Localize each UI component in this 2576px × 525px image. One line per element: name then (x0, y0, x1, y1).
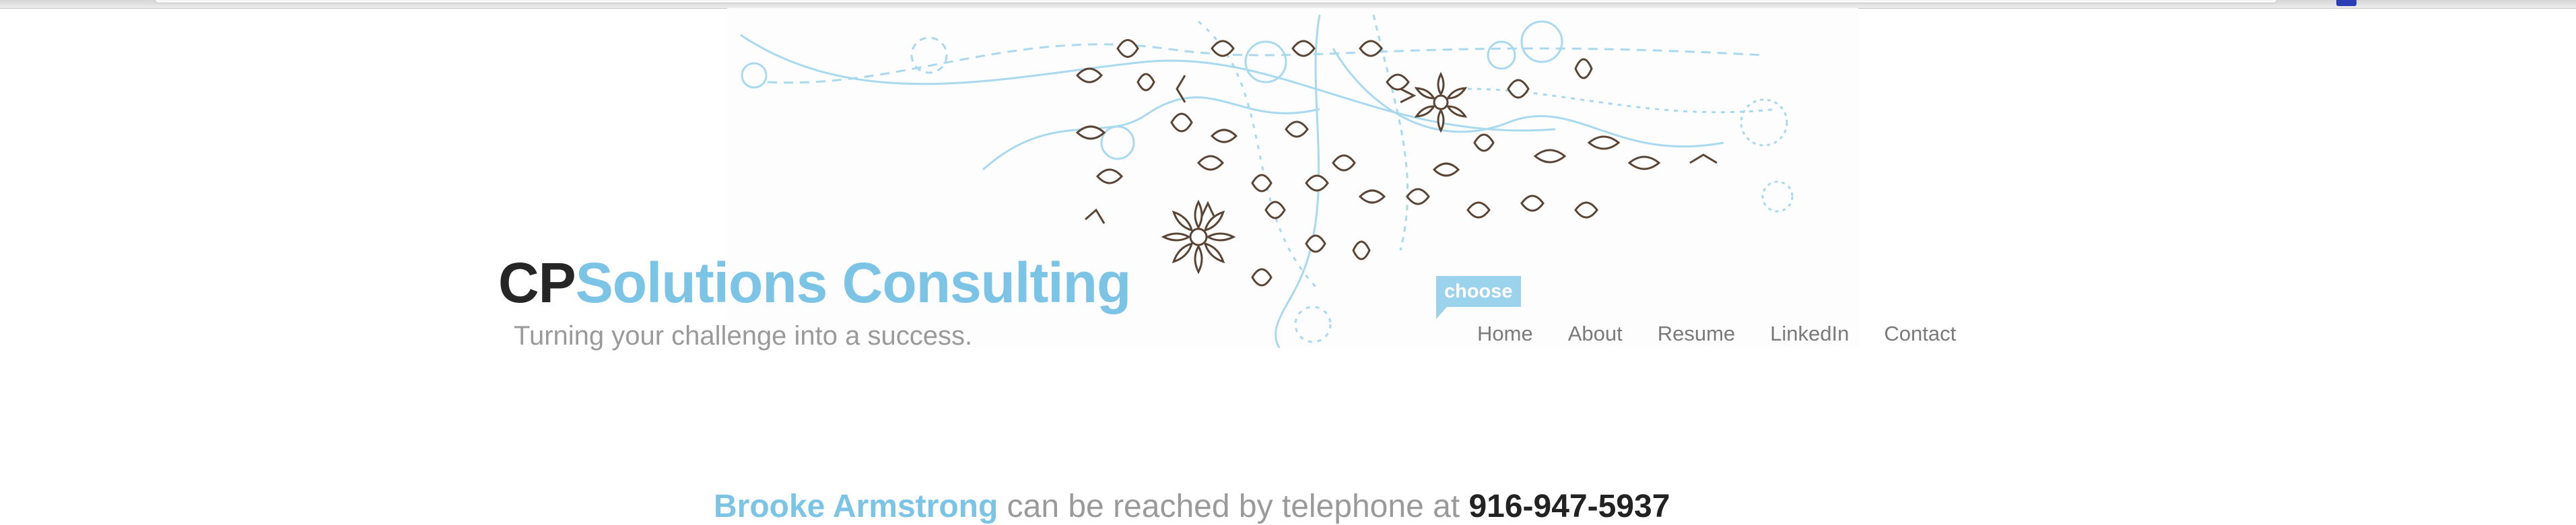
choose-callout: choose (1436, 276, 1521, 319)
contact-line: Brooke Armstrong can be reached by telep… (714, 488, 1670, 525)
main-nav: Home About Resume LinkedIn Contact (1477, 322, 1956, 346)
nav-resume[interactable]: Resume (1658, 322, 1735, 346)
site-logo[interactable]: CPSolutions Consulting (498, 251, 1132, 314)
brand-prefix: CP (498, 251, 576, 314)
nav-contact[interactable]: Contact (1884, 322, 1956, 346)
brand-name: Solutions Consulting (575, 251, 1132, 314)
nav-about[interactable]: About (1568, 322, 1623, 346)
nav-linkedin[interactable]: LinkedIn (1770, 322, 1849, 346)
choose-label: choose (1444, 281, 1513, 302)
extension-icon[interactable] (2336, 0, 2357, 6)
nav-home[interactable]: Home (1477, 322, 1533, 346)
contact-phone: 916-947-5937 (1468, 489, 1670, 524)
tagline: Turning your challenge into a success. (514, 321, 973, 351)
contact-name: Brooke Armstrong (714, 489, 998, 524)
browser-address-strip (155, 0, 2277, 3)
callout-tail (1436, 307, 1447, 319)
contact-text: can be reached by telephone at (998, 489, 1469, 524)
